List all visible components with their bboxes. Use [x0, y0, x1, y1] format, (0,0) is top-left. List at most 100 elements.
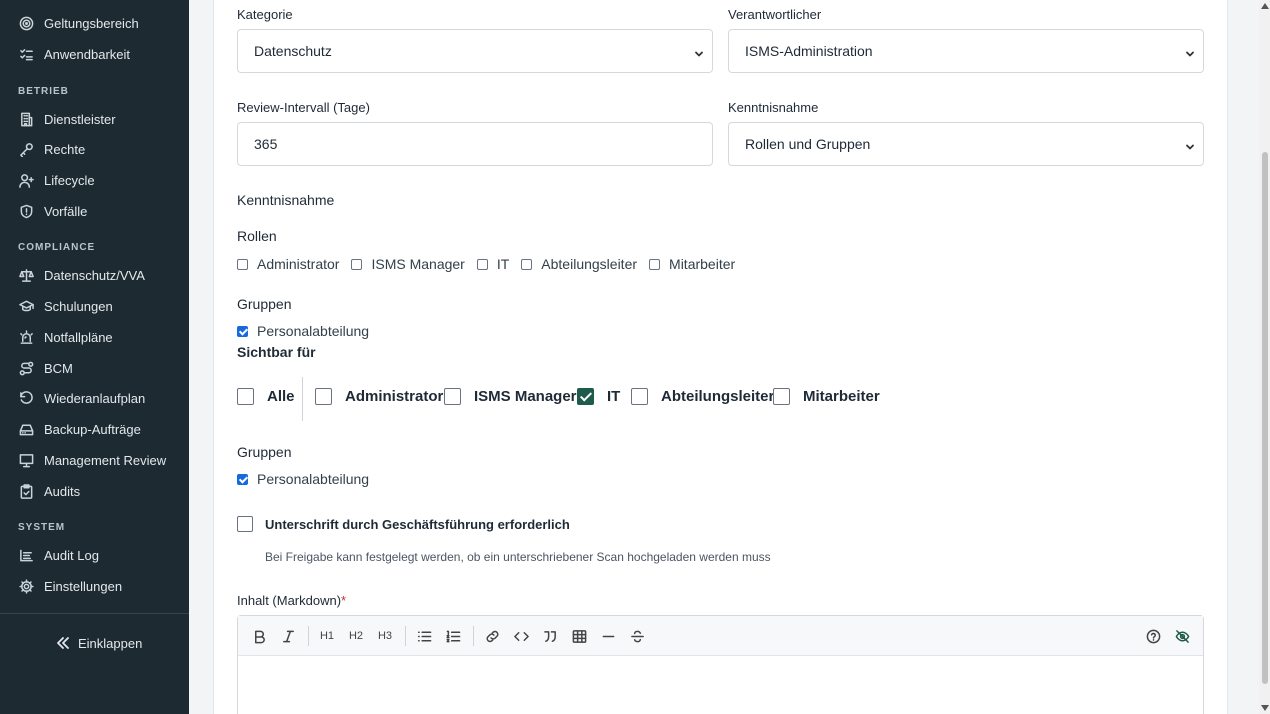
sichtbar-administrator[interactable]: Administrator — [315, 388, 443, 405]
bullet-list-icon[interactable] — [415, 627, 433, 645]
unterschrift-checkbox-row[interactable]: Unterschrift durch Geschäftsführung erfo… — [237, 516, 570, 532]
kategorie-label: Kategorie — [237, 7, 293, 22]
sidebar-item-backup[interactable]: Backup-Aufträge — [18, 417, 141, 441]
verantwortlicher-select[interactable]: ISMS-Administration — [728, 29, 1204, 73]
checkbox-checked[interactable] — [577, 388, 594, 405]
kenntnisnahme-select-label: Kenntnisnahme — [728, 100, 819, 115]
review-intervall-value: 365 — [254, 136, 278, 152]
checkbox[interactable] — [237, 258, 248, 270]
scroll-up-arrow-icon[interactable] — [1261, 3, 1269, 9]
rolle-mitarbeiter[interactable]: Mitarbeiter — [649, 256, 735, 272]
sidebar-item-label: Einstellungen — [44, 578, 123, 594]
sidebar-item-lifecycle[interactable]: Lifecycle — [18, 168, 95, 192]
collapse-button[interactable]: Einklappen — [56, 632, 142, 654]
checkbox[interactable] — [631, 388, 648, 405]
sidebar-item-notfallplaene[interactable]: Notfallpläne — [18, 325, 113, 349]
eye-off-icon[interactable] — [1173, 627, 1191, 645]
review-intervall-label: Review-Intervall (Tage) — [237, 100, 370, 115]
heading3-icon[interactable]: H3 — [376, 627, 394, 645]
sichtbar-alle[interactable]: Alle — [237, 388, 295, 405]
kenntnisnahme-select[interactable]: Rollen und Gruppen — [728, 122, 1204, 166]
sidebar-item-dienstleister[interactable]: Dienstleister — [18, 107, 116, 131]
numbered-list-icon[interactable] — [444, 627, 462, 645]
checkbox-checked[interactable] — [237, 473, 248, 485]
gruppen-heading: Gruppen — [237, 296, 292, 312]
link-icon[interactable] — [483, 627, 501, 645]
sidebar-item-label: Audits — [44, 483, 81, 499]
sidebar-item-rechte[interactable]: Rechte — [18, 137, 85, 161]
strikethrough-icon[interactable] — [628, 627, 646, 645]
toolbar-separator — [405, 626, 406, 646]
required-mark: * — [341, 593, 347, 608]
code-icon[interactable] — [512, 627, 530, 645]
help-icon[interactable] — [1144, 627, 1162, 645]
graduation-cap-icon — [18, 298, 34, 314]
sidebar-item-einstellungen[interactable]: Einstellungen — [18, 574, 122, 598]
checkbox[interactable] — [649, 258, 661, 270]
sidebar: Geltungsbereich Anwendbarkeit BETRIEB Di… — [0, 0, 189, 714]
sidebar-item-label: Schulungen — [44, 298, 113, 314]
sichtbar-mitarbeiter[interactable]: Mitarbeiter — [773, 388, 880, 405]
scroll-down-arrow-icon[interactable] — [1261, 705, 1269, 711]
log-icon — [18, 547, 34, 563]
sidebar-item-label: Backup-Aufträge — [44, 421, 141, 437]
checkbox[interactable] — [444, 388, 461, 405]
inhalt-label: Inhalt (Markdown)* — [237, 593, 346, 608]
markdown-editor[interactable]: H1 H2 H3 — [237, 615, 1204, 714]
heading2-label: H2 — [348, 630, 364, 642]
sidebar-item-bcm[interactable]: BCM — [18, 356, 73, 380]
sichtbar-gruppe-personalabteilung[interactable]: Personalabteilung — [237, 471, 369, 487]
sidebar-item-wiederanlaufplan[interactable]: Wiederanlaufplan — [18, 386, 145, 410]
section-label-system: SYSTEM — [18, 522, 66, 533]
gruppe-personalabteilung[interactable]: Personalabteilung — [237, 323, 369, 339]
rolle-isms-manager[interactable]: ISMS Manager — [351, 256, 465, 272]
rolle-abteilungsleiter[interactable]: Abteilungsleiter — [521, 256, 637, 272]
page-scrollbar-thumb[interactable] — [1262, 152, 1268, 684]
checkbox[interactable] — [237, 388, 254, 405]
route-icon — [18, 360, 34, 376]
siren-icon — [18, 329, 34, 345]
sidebar-item-label: Lifecycle — [44, 172, 95, 188]
sidebar-item-management-review[interactable]: Management Review — [18, 448, 166, 472]
checkbox[interactable] — [351, 258, 363, 270]
gear-icon — [18, 578, 34, 594]
sidebar-item-schulungen[interactable]: Schulungen — [18, 294, 113, 318]
sidebar-item-vorfaelle[interactable]: Vorfälle — [18, 199, 87, 223]
sidebar-item-audit-log[interactable]: Audit Log — [18, 543, 99, 567]
review-intervall-input[interactable]: 365 — [237, 122, 713, 166]
sidebar-item-label: Notfallpläne — [44, 329, 113, 345]
rolle-it[interactable]: IT — [476, 256, 509, 272]
sidebar-item-label: Rechte — [44, 141, 86, 157]
sichtbar-it[interactable]: IT — [577, 388, 620, 405]
sidebar-item-geltungsbereich[interactable]: Geltungsbereich — [18, 11, 139, 35]
sidebar-item-anwendbarkeit[interactable]: Anwendbarkeit — [18, 42, 130, 66]
kategorie-select[interactable]: Datenschutz — [237, 29, 713, 73]
rollen-heading: Rollen — [237, 228, 277, 244]
checkbox[interactable] — [315, 388, 332, 405]
sichtbar-isms-manager[interactable]: ISMS Manager — [444, 388, 577, 405]
checkbox[interactable] — [237, 516, 253, 532]
heading2-icon[interactable]: H2 — [347, 627, 365, 645]
unterschrift-label: Unterschrift durch Geschäftsführung erfo… — [265, 516, 570, 532]
inhalt-label-text: Inhalt (Markdown) — [237, 593, 342, 608]
checkbox[interactable] — [476, 258, 488, 270]
quote-icon[interactable] — [541, 627, 559, 645]
checkbox-checked[interactable] — [237, 325, 248, 337]
sidebar-item-label: Vorfälle — [44, 203, 88, 219]
chevron-down-icon — [1185, 46, 1195, 57]
heading1-icon[interactable]: H1 — [318, 627, 336, 645]
sidebar-item-audits[interactable]: Audits — [18, 479, 80, 503]
sichtbar-abteilungsleiter[interactable]: Abteilungsleiter — [631, 388, 774, 405]
rolle-administrator[interactable]: Administrator — [237, 256, 339, 272]
horizontal-rule-icon[interactable] — [599, 627, 617, 645]
italic-icon[interactable] — [279, 627, 297, 645]
checkbox-label: Personalabteilung — [257, 471, 370, 487]
rollen-checkbox-row: Administrator ISMS Manager IT Abteilungs… — [237, 256, 747, 272]
checkbox[interactable] — [773, 388, 790, 405]
sidebar-item-datenschutz[interactable]: Datenschutz/VVA — [18, 263, 145, 287]
bold-icon[interactable] — [250, 627, 268, 645]
checkbox[interactable] — [521, 258, 533, 270]
rotate-ccw-icon — [18, 390, 34, 406]
sidebar-item-label: Dienstleister — [44, 111, 116, 127]
table-icon[interactable] — [570, 627, 588, 645]
